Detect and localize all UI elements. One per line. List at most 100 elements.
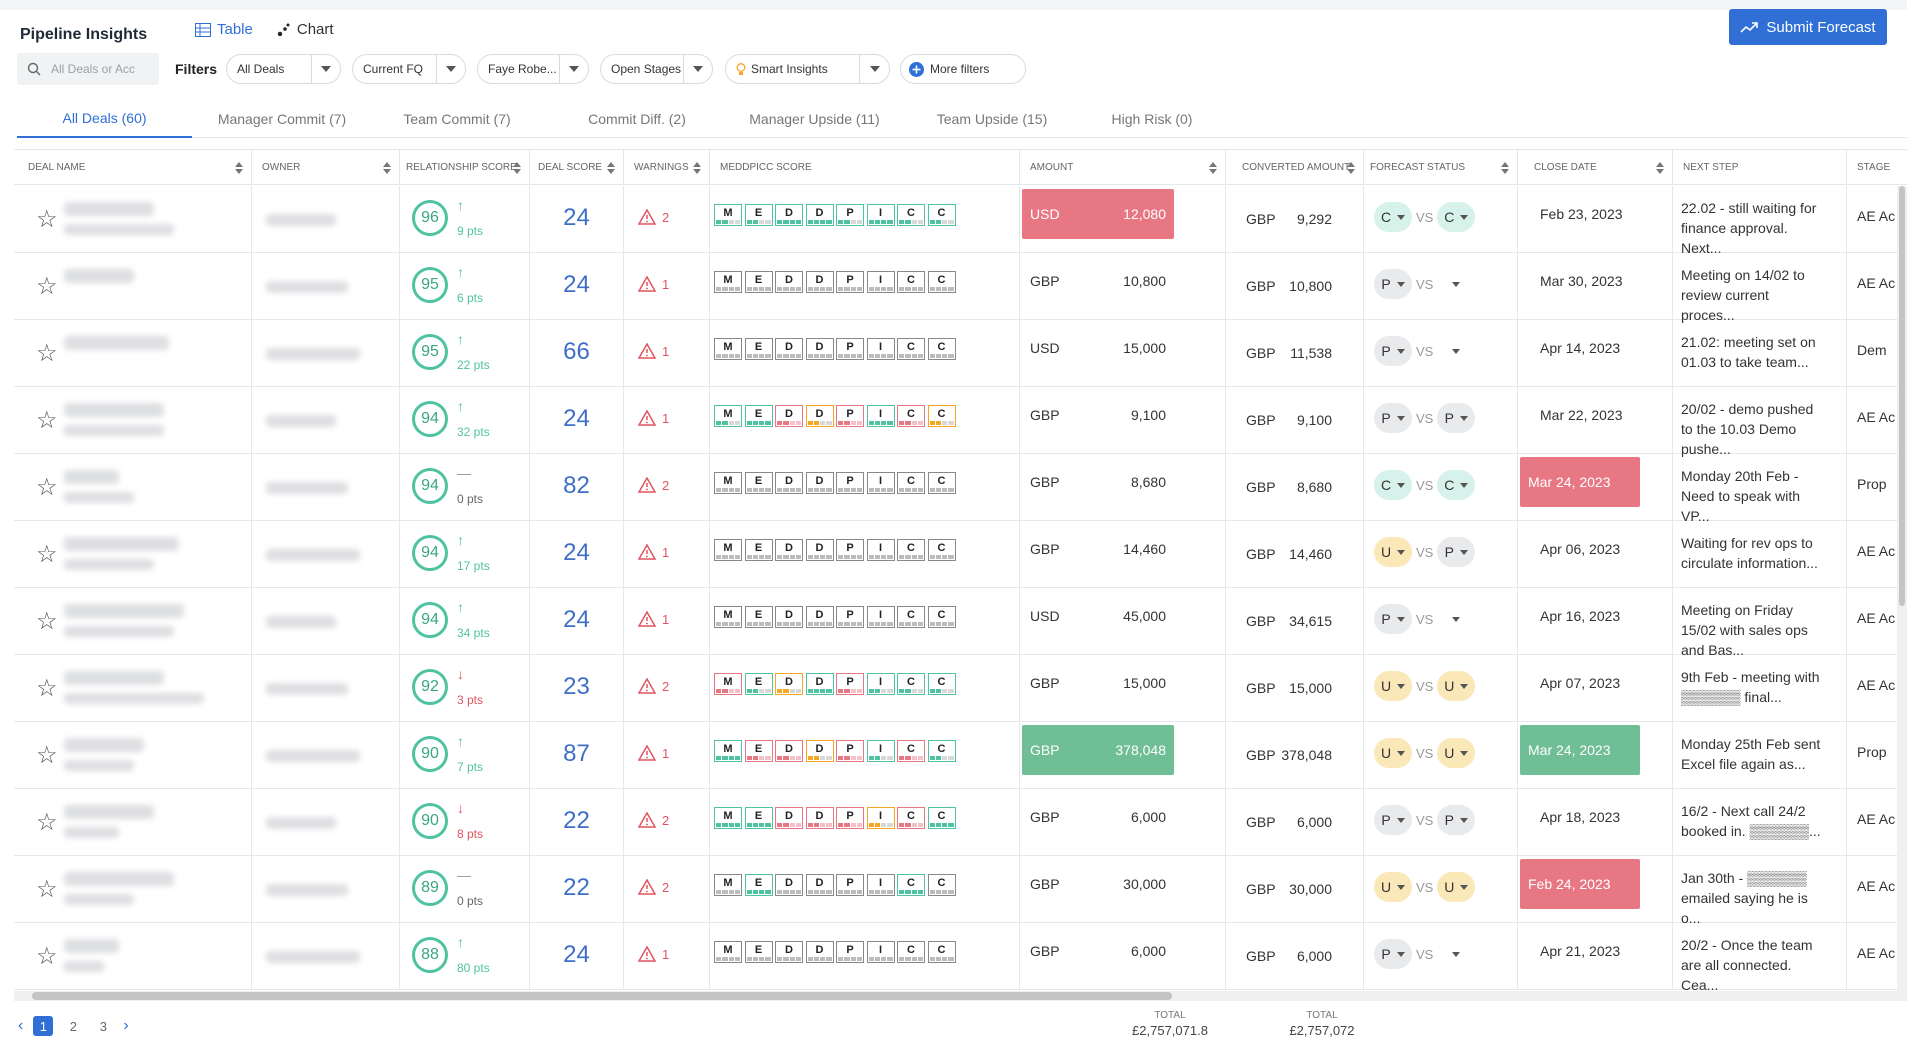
forecast-pill[interactable]: U	[1374, 872, 1412, 902]
col-deal-score[interactable]: Deal Score	[530, 150, 624, 185]
warnings-cell[interactable]: 2	[624, 856, 710, 922]
forecast-pill[interactable]: P	[1437, 805, 1476, 835]
filter-owner[interactable]: Faye Robe...	[477, 54, 589, 84]
forecast-pill[interactable]: U	[1374, 671, 1412, 701]
col-owner[interactable]: Owner	[252, 150, 400, 185]
warnings-cell[interactable]: 1	[624, 253, 710, 319]
col-amount[interactable]: Amount	[1020, 150, 1226, 185]
table-row[interactable]: ☆ 90 ↑ 7 pts 87 1 M E D D P I C C GBP 378,048 GBP 378,048…	[14, 722, 1907, 789]
forecast-pill[interactable]: U	[1374, 738, 1412, 768]
table-row[interactable]: ☆ 96 ↑ 9 pts 24 2 M E D D P I C C USD 12,080 GBP 9,292 C VS…	[14, 186, 1907, 256]
forecast-pill[interactable]: U	[1437, 671, 1476, 701]
forecast-pill[interactable]: C	[1437, 202, 1476, 232]
chevron-down-icon[interactable]	[1396, 951, 1405, 957]
chevron-down-icon[interactable]	[1396, 817, 1405, 823]
chevron-down-icon[interactable]	[1452, 616, 1461, 622]
meddpicc-cell[interactable]: MEDDPICC	[710, 186, 1020, 252]
warnings-cell[interactable]: 2	[624, 655, 710, 721]
chevron-down-icon[interactable]	[1396, 281, 1405, 287]
chevron-down-icon[interactable]	[1396, 348, 1405, 354]
chevron-down-icon[interactable]	[1397, 482, 1406, 488]
table-row[interactable]: ☆ 90 ↓ 8 pts 22 2 M E D D P I C C GBP 6,000 GBP 6,000 P VS P…	[14, 789, 1907, 856]
table-row[interactable]: ☆ 94—0 pts 82 2 M E D D P I C C GBP 8,680 GBP 8,680 C VS C…	[14, 454, 1907, 524]
meddpicc-cell[interactable]: MEDDPICC	[710, 856, 1020, 922]
meddpicc-cell[interactable]: MEDDPICC	[710, 588, 1020, 654]
filter-stages[interactable]: Open Stages	[600, 54, 713, 84]
forecast-pill[interactable]: C	[1374, 202, 1412, 232]
star-icon[interactable]: ☆	[36, 945, 58, 969]
tab-team-upside[interactable]: Team Upside (15)	[922, 100, 1062, 138]
filter-smart-insights[interactable]: Smart Insights	[725, 54, 890, 84]
forecast-pill[interactable]	[1437, 604, 1475, 634]
chevron-down-icon[interactable]	[558, 55, 588, 83]
table-row[interactable]: ☆ 94 ↑ 34 pts 24 1 M E D D P I C C USD 45,000 GBP 34,615 P…	[14, 588, 1907, 658]
chevron-down-icon[interactable]	[1460, 817, 1469, 823]
chevron-down-icon[interactable]	[1452, 281, 1461, 287]
warnings-cell[interactable]: 1	[624, 521, 710, 587]
meddpicc-cell[interactable]: MEDDPICC	[710, 454, 1020, 520]
star-icon[interactable]: ☆	[36, 878, 58, 902]
forecast-pill[interactable]: P	[1374, 403, 1412, 433]
chevron-down-icon[interactable]	[1397, 214, 1406, 220]
chevron-down-icon[interactable]	[1452, 951, 1461, 957]
meddpicc-cell[interactable]: MEDDPICC	[710, 722, 1020, 788]
filter-deals[interactable]: All Deals	[226, 54, 341, 84]
warnings-cell[interactable]: 1	[624, 923, 710, 989]
table-row[interactable]: ☆ 92 ↓ 3 pts 23 2 M E D D P I C C GBP 15,000 GBP 15,000 U V…	[14, 655, 1907, 722]
meddpicc-cell[interactable]: MEDDPICC	[710, 923, 1020, 989]
warnings-cell[interactable]: 2	[624, 186, 710, 252]
sort-icon[interactable]	[513, 162, 521, 174]
next-page-icon[interactable]: ›	[123, 1017, 128, 1035]
chevron-down-icon[interactable]	[1452, 348, 1461, 354]
warnings-cell[interactable]: 1	[624, 588, 710, 654]
warnings-cell[interactable]: 1	[624, 387, 710, 453]
sort-icon[interactable]	[1501, 162, 1509, 174]
forecast-pill[interactable]: P	[1374, 939, 1412, 969]
sort-icon[interactable]	[693, 162, 701, 174]
page-3[interactable]: 3	[93, 1016, 113, 1036]
table-row[interactable]: ☆ 94 ↑ 17 pts 24 1 M E D D P I C C GBP 14,460 GBP 14,460 U…	[14, 521, 1907, 588]
chevron-down-icon[interactable]	[310, 55, 340, 83]
tab-table[interactable]: Table	[195, 21, 253, 38]
horizontal-scroll-thumb[interactable]	[32, 992, 1172, 1000]
warnings-cell[interactable]: 2	[624, 454, 710, 520]
chevron-down-icon[interactable]	[1460, 549, 1469, 555]
forecast-pill[interactable]	[1437, 336, 1475, 366]
meddpicc-cell[interactable]: MEDDPICC	[710, 387, 1020, 453]
col-close-date[interactable]: Close Date	[1518, 150, 1673, 185]
star-icon[interactable]: ☆	[36, 610, 58, 634]
filter-period[interactable]: Current FQ	[352, 54, 466, 84]
warnings-cell[interactable]: 1	[624, 320, 710, 386]
chevron-down-icon[interactable]	[1460, 214, 1469, 220]
tab-team-commit[interactable]: Team Commit (7)	[387, 100, 527, 138]
forecast-pill[interactable]: U	[1374, 537, 1412, 567]
forecast-pill[interactable]: P	[1374, 269, 1412, 299]
star-icon[interactable]: ☆	[36, 409, 58, 433]
page-2[interactable]: 2	[63, 1016, 83, 1036]
page-1[interactable]: 1	[33, 1016, 54, 1036]
star-icon[interactable]: ☆	[36, 744, 58, 768]
vertical-scrollbar[interactable]	[1897, 186, 1907, 991]
chevron-down-icon[interactable]	[1460, 482, 1469, 488]
chevron-down-icon[interactable]	[1397, 683, 1406, 689]
tab-manager-commit[interactable]: Manager Commit (7)	[207, 100, 357, 138]
tab-commit-diff[interactable]: Commit Diff. (2)	[572, 100, 702, 138]
chevron-down-icon[interactable]	[435, 55, 465, 83]
col-converted-amount[interactable]: Converted Amount	[1226, 150, 1364, 185]
tab-chart[interactable]: Chart	[277, 21, 334, 38]
tab-high-risk[interactable]: High Risk (0)	[1092, 100, 1212, 138]
search-input[interactable]: All Deals or Acc	[17, 53, 159, 85]
star-icon[interactable]: ☆	[36, 811, 58, 835]
sort-icon[interactable]	[1656, 162, 1664, 174]
forecast-pill[interactable]: U	[1437, 872, 1476, 902]
vertical-scroll-thumb[interactable]	[1899, 186, 1905, 606]
star-icon[interactable]: ☆	[36, 677, 58, 701]
forecast-pill[interactable]: P	[1437, 537, 1476, 567]
sort-icon[interactable]	[1347, 162, 1355, 174]
meddpicc-cell[interactable]: MEDDPICC	[710, 320, 1020, 386]
submit-forecast-button[interactable]: Submit Forecast	[1729, 9, 1887, 45]
sort-icon[interactable]	[1209, 162, 1217, 174]
chevron-down-icon[interactable]	[682, 55, 712, 83]
col-warnings[interactable]: Warnings	[624, 150, 710, 185]
forecast-pill[interactable]: C	[1374, 470, 1412, 500]
